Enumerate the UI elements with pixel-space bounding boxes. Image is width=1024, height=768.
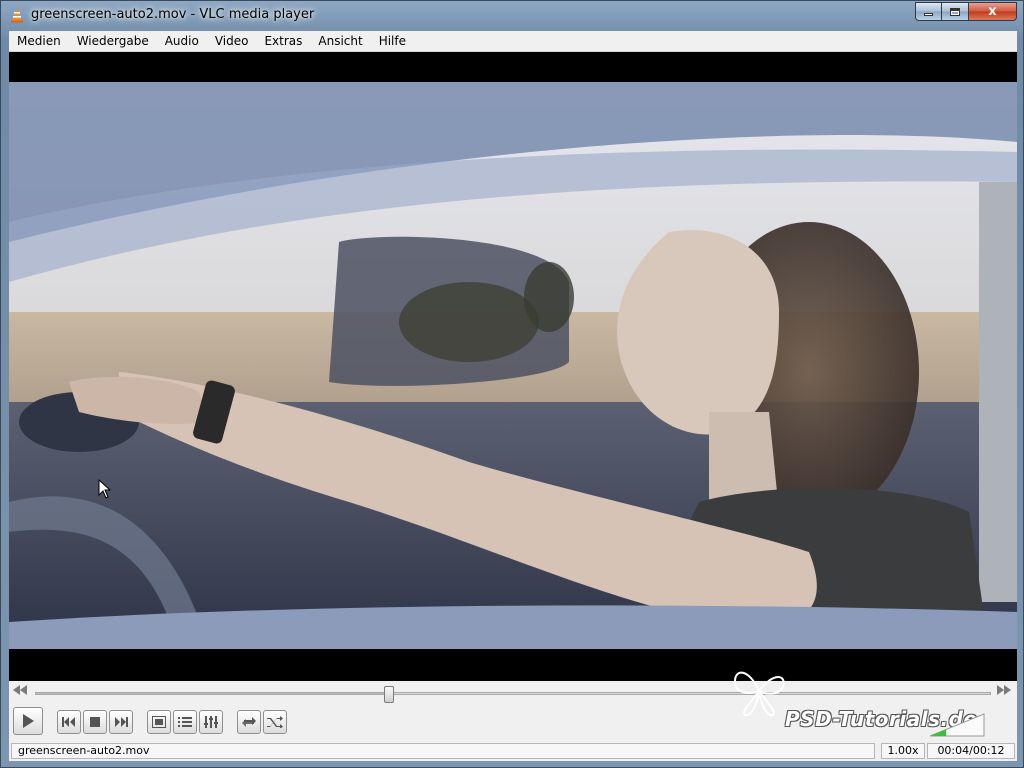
shuffle-button[interactable] [263,710,287,734]
seek-progress [36,693,389,694]
video-frame [9,82,1017,649]
previous-button[interactable] [57,710,81,734]
menu-extras[interactable]: Extras [256,31,310,52]
status-filename: greenscreen-auto2.mov [11,743,875,759]
playlist-icon [178,717,192,727]
vlc-cone-icon [11,8,23,23]
title-bar[interactable]: greenscreen-auto2.mov - VLC media player… [1,1,1023,31]
playback-speed[interactable]: 1.00x [881,743,925,759]
vlc-window: greenscreen-auto2.mov - VLC media player… [0,0,1024,768]
fullscreen-icon [152,716,166,728]
playback-time[interactable]: 00:04/00:12 [927,743,1015,759]
stop-button[interactable] [83,710,107,734]
menu-video[interactable]: Video [207,31,257,52]
close-icon: x [988,4,997,19]
extended-settings-icon [204,716,218,728]
minimize-icon [924,13,933,16]
seek-forward-icon[interactable] [995,685,1013,701]
next-button[interactable] [109,710,133,734]
seek-handle[interactable] [383,686,394,703]
playlist-button[interactable] [173,710,197,734]
volume-slider[interactable] [930,712,986,738]
butterfly-logo [733,671,785,717]
maximize-icon [950,7,960,16]
play-icon [23,714,34,728]
maximize-button[interactable] [942,2,969,21]
fullscreen-button[interactable] [147,710,171,734]
menu-audio[interactable]: Audio [157,31,207,52]
status-bar: greenscreen-auto2.mov 1.00x 00:04/00:12 [9,741,1017,761]
previous-icon [62,717,75,727]
window-title: greenscreen-auto2.mov - VLC media player [31,7,315,22]
menu-wiedergabe[interactable]: Wiedergabe [69,31,157,52]
next-icon [115,717,128,727]
menu-medien[interactable]: Medien [9,31,69,52]
window-controls: x [915,2,1017,21]
close-button[interactable]: x [969,2,1017,21]
play-button[interactable] [13,707,43,735]
menu-hilfe[interactable]: Hilfe [371,31,414,52]
stop-icon [90,717,100,727]
minimize-button[interactable] [915,2,942,21]
menu-ansicht[interactable]: Ansicht [310,31,370,52]
mouse-cursor-icon [98,479,112,499]
loop-icon [242,717,256,727]
loop-button[interactable] [237,710,261,734]
menu-bar: Medien Wiedergabe Audio Video Extras Ans… [9,31,1017,52]
extended-settings-button[interactable] [199,710,223,734]
seek-back-icon[interactable] [11,685,29,701]
video-area[interactable] [9,52,1017,681]
shuffle-icon [267,716,283,728]
